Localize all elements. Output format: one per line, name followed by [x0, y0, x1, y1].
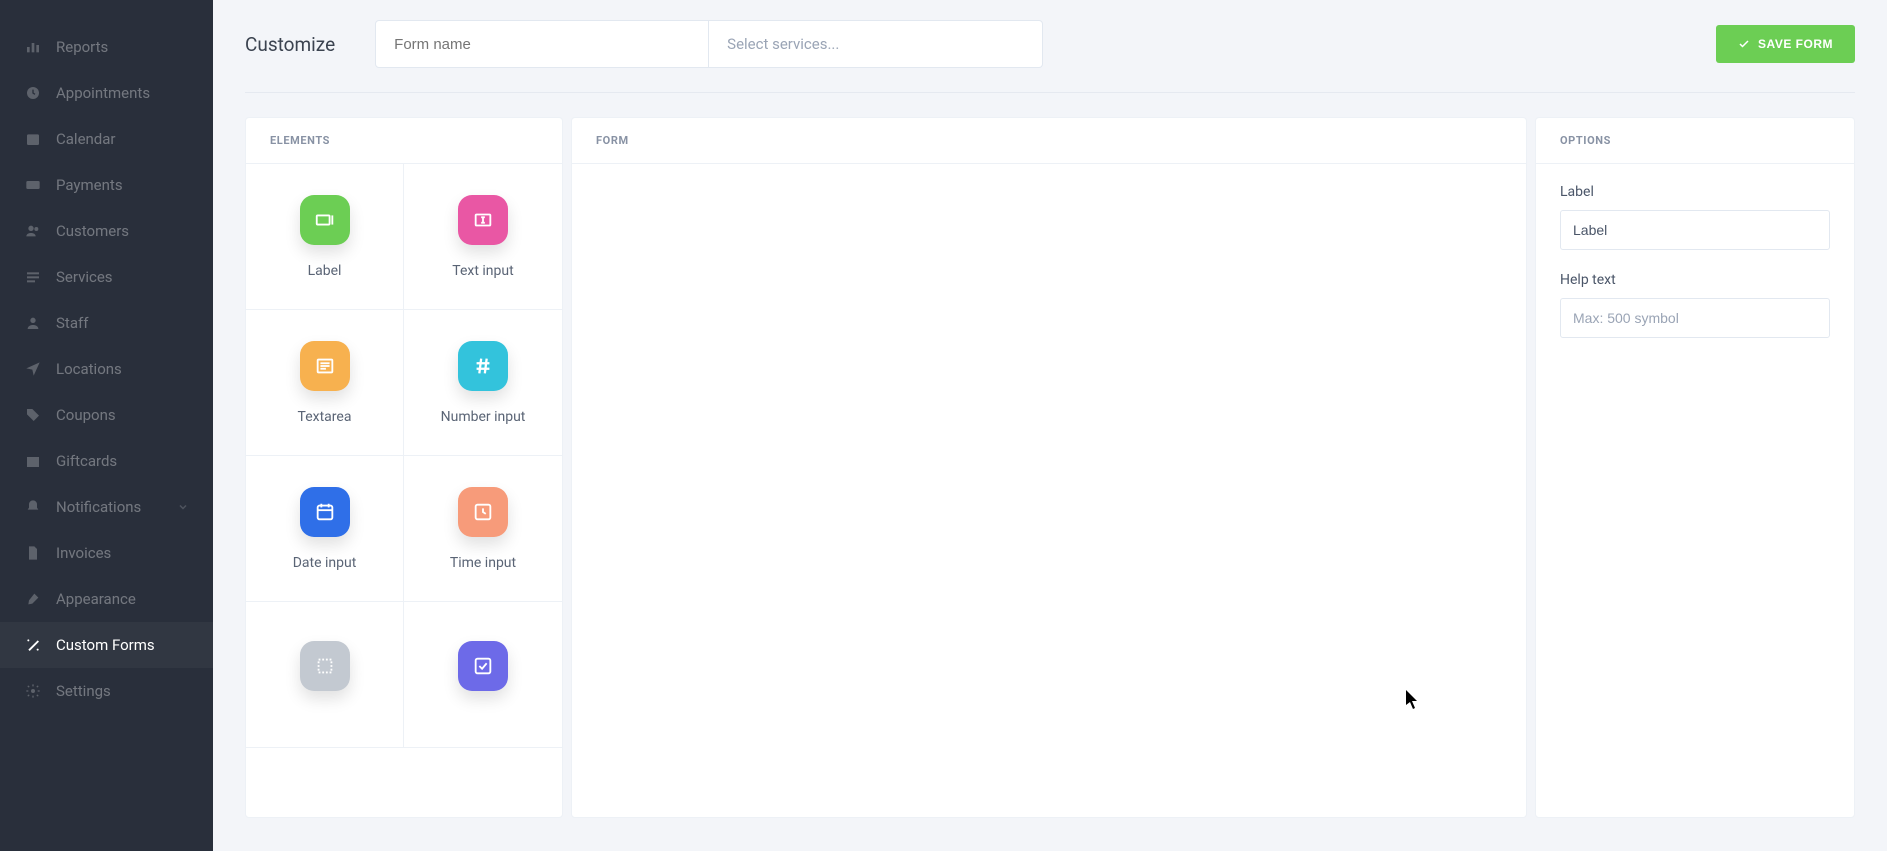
label-input[interactable] [1560, 210, 1830, 250]
sidebar-item-label: Customers [56, 222, 129, 240]
users-icon [24, 222, 42, 240]
sidebar-item-label: Payments [56, 176, 123, 194]
elements-grid: Label Text input Textarea Number input Date … [246, 164, 562, 748]
element-tile-time-input[interactable]: Time input [404, 456, 562, 602]
page-title: Customize [245, 33, 335, 56]
card-icon [24, 176, 42, 194]
element-tile-element-7[interactable] [404, 602, 562, 748]
sidebar-item-payments[interactable]: Payments [0, 162, 213, 208]
service-select-placeholder: Select services... [727, 35, 839, 53]
element-tile-label: Text input [452, 263, 513, 279]
textcursor-icon [458, 195, 508, 245]
sidebar-item-calendar[interactable]: Calendar [0, 116, 213, 162]
clock-icon [24, 84, 42, 102]
sidebar-item-appearance[interactable]: Appearance [0, 576, 213, 622]
sidebar-item-invoices[interactable]: Invoices [0, 530, 213, 576]
builder-columns: ELEMENTS Label Text input Textarea Number i… [245, 117, 1855, 818]
sidebar-item-label: Reports [56, 38, 108, 56]
sidebar-item-label: Custom Forms [56, 636, 155, 654]
location-icon [24, 360, 42, 378]
clocksq-icon [458, 487, 508, 537]
sidebar-item-giftcards[interactable]: Giftcards [0, 438, 213, 484]
sidebar-item-label: Settings [56, 682, 111, 700]
topbar: Customize Select services... SAVE FORM [245, 20, 1855, 93]
element-tile-label[interactable]: Label [246, 164, 404, 310]
helptext-input[interactable] [1560, 298, 1830, 338]
brush-icon [24, 590, 42, 608]
main: Customize Select services... SAVE FORM E… [213, 0, 1887, 851]
sidebar-item-label: Appearance [56, 590, 136, 608]
sidebar-item-appointments[interactable]: Appointments [0, 70, 213, 116]
tag-icon [24, 406, 42, 424]
chart-icon [24, 38, 42, 56]
sidebar-item-label: Invoices [56, 544, 111, 562]
top-inputs: Select services... [375, 20, 1043, 68]
elements-panel-title: ELEMENTS [246, 118, 562, 164]
element-tile-textarea[interactable]: Textarea [246, 310, 404, 456]
sidebar: Reports Appointments Calendar Payments Custo… [0, 0, 213, 851]
form-name-input[interactable] [375, 20, 709, 68]
element-tile-element-6[interactable] [246, 602, 404, 748]
sidebar-item-staff[interactable]: Staff [0, 300, 213, 346]
sidebar-item-services[interactable]: Services [0, 254, 213, 300]
sidebar-item-label: Staff [56, 314, 88, 332]
options-body: Label Help text [1536, 164, 1854, 380]
sidebar-item-custom-forms[interactable]: Custom Forms [0, 622, 213, 668]
sidebar-item-label: Locations [56, 360, 122, 378]
element-tile-label: Textarea [298, 409, 352, 425]
sidebar-item-label: Notifications [56, 498, 141, 516]
form-panel-title: FORM [572, 118, 1526, 164]
sidebar-item-coupons[interactable]: Coupons [0, 392, 213, 438]
check-icon [1738, 38, 1750, 50]
hash-icon [458, 341, 508, 391]
sidebar-item-label: Appointments [56, 84, 150, 102]
list-icon [24, 268, 42, 286]
element-tile-label: Label [308, 263, 342, 279]
sidebar-item-settings[interactable]: Settings [0, 668, 213, 714]
magic-icon [24, 636, 42, 654]
options-panel: OPTIONS Label Help text [1535, 117, 1855, 818]
element-tile-label: Time input [450, 555, 516, 571]
options-panel-title: OPTIONS [1536, 118, 1854, 164]
sidebar-item-reports[interactable]: Reports [0, 24, 213, 70]
form-drop-area[interactable] [572, 164, 1526, 817]
sidebar-item-label: Calendar [56, 130, 116, 148]
helptext-field-label: Help text [1560, 272, 1830, 288]
sidebar-item-notifications[interactable]: Notifications [0, 484, 213, 530]
file-icon [24, 544, 42, 562]
gear-icon [24, 682, 42, 700]
calendar-icon [300, 487, 350, 537]
chevron-down-icon [177, 501, 189, 513]
sidebar-item-label: Coupons [56, 406, 116, 424]
element-tile-text-input[interactable]: Text input [404, 164, 562, 310]
element-tile-number-input[interactable]: Number input [404, 310, 562, 456]
form-panel: FORM [571, 117, 1527, 818]
sidebar-item-locations[interactable]: Locations [0, 346, 213, 392]
element-tile-date-input[interactable]: Date input [246, 456, 404, 602]
calendar-icon [24, 130, 42, 148]
sidebar-item-label: Services [56, 268, 113, 286]
save-form-button[interactable]: SAVE FORM [1716, 25, 1855, 63]
sidebar-item-customers[interactable]: Customers [0, 208, 213, 254]
user-icon [24, 314, 42, 332]
select-icon [300, 641, 350, 691]
bell-icon [24, 498, 42, 516]
elements-panel: ELEMENTS Label Text input Textarea Number i… [245, 117, 563, 818]
label-field-label: Label [1560, 184, 1830, 200]
lines-icon [300, 341, 350, 391]
check-icon [458, 641, 508, 691]
gift-icon [24, 452, 42, 470]
sidebar-item-label: Giftcards [56, 452, 117, 470]
label-icon [300, 195, 350, 245]
element-tile-label: Date input [293, 555, 357, 571]
element-tile-label: Number input [441, 409, 526, 425]
service-select[interactable]: Select services... [709, 20, 1043, 68]
save-button-label: SAVE FORM [1758, 37, 1833, 51]
